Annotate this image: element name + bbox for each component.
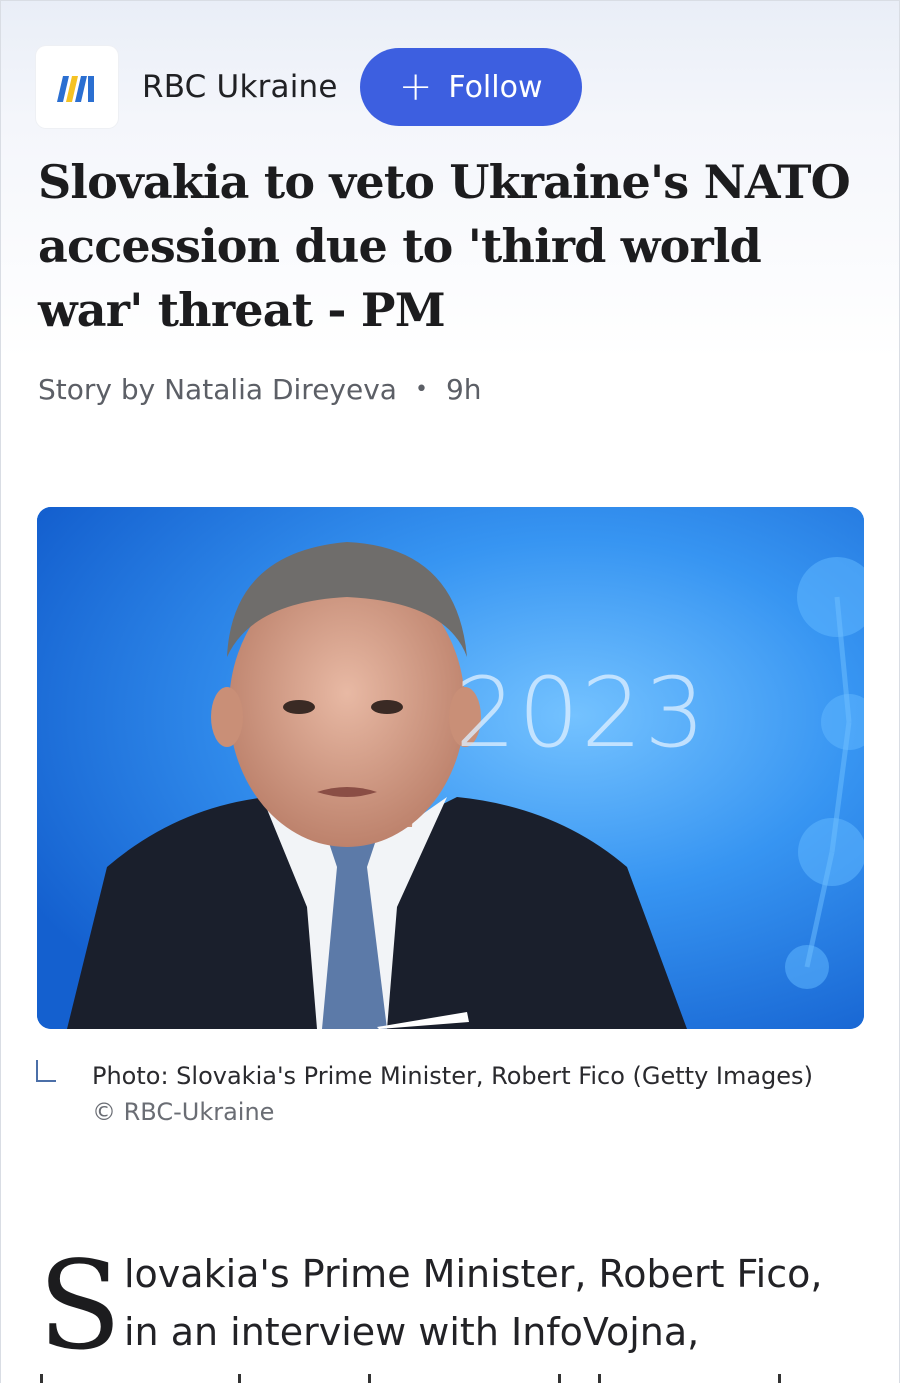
- byline: Story by Natalia Direyeva • 9h: [38, 373, 482, 406]
- article-title: Slovakia to veto Ukraine's NATO accessio…: [38, 155, 851, 337]
- lead-paragraph: lovakia's Prime Minister, Robert Fico, i…: [124, 1252, 823, 1354]
- follow-button[interactable]: + Follow: [359, 48, 582, 126]
- rbc-ukraine-logo-icon: [57, 76, 94, 102]
- plus-icon: +: [398, 64, 433, 110]
- drop-cap: S: [38, 1235, 122, 1377]
- caption-credit: © RBC-Ukraine: [92, 1098, 275, 1126]
- separator-dot: •: [414, 377, 428, 402]
- author[interactable]: Story by Natalia Direyeva: [38, 373, 397, 406]
- follow-label: Follow: [448, 69, 543, 105]
- publisher-header: RBC Ukraine + Follow: [36, 46, 582, 128]
- article-age: 9h: [445, 373, 482, 406]
- portrait-photo: [37, 507, 864, 1029]
- cut-off-text-line: [38, 1370, 838, 1383]
- publisher-logo[interactable]: [36, 46, 118, 128]
- image-year-text: 2023: [455, 657, 708, 769]
- caption-text: Photo: Slovakia's Prime Minister, Robert…: [92, 1062, 813, 1090]
- publisher-name[interactable]: RBC Ukraine: [142, 69, 338, 105]
- image-caption: Photo: Slovakia's Prime Minister, Robert…: [36, 1058, 866, 1130]
- article-hero-image[interactable]: 2023: [37, 507, 864, 1029]
- caption-corner-icon: [36, 1060, 56, 1082]
- article-body: S lovakia's Prime Minister, Robert Fico,…: [38, 1245, 868, 1367]
